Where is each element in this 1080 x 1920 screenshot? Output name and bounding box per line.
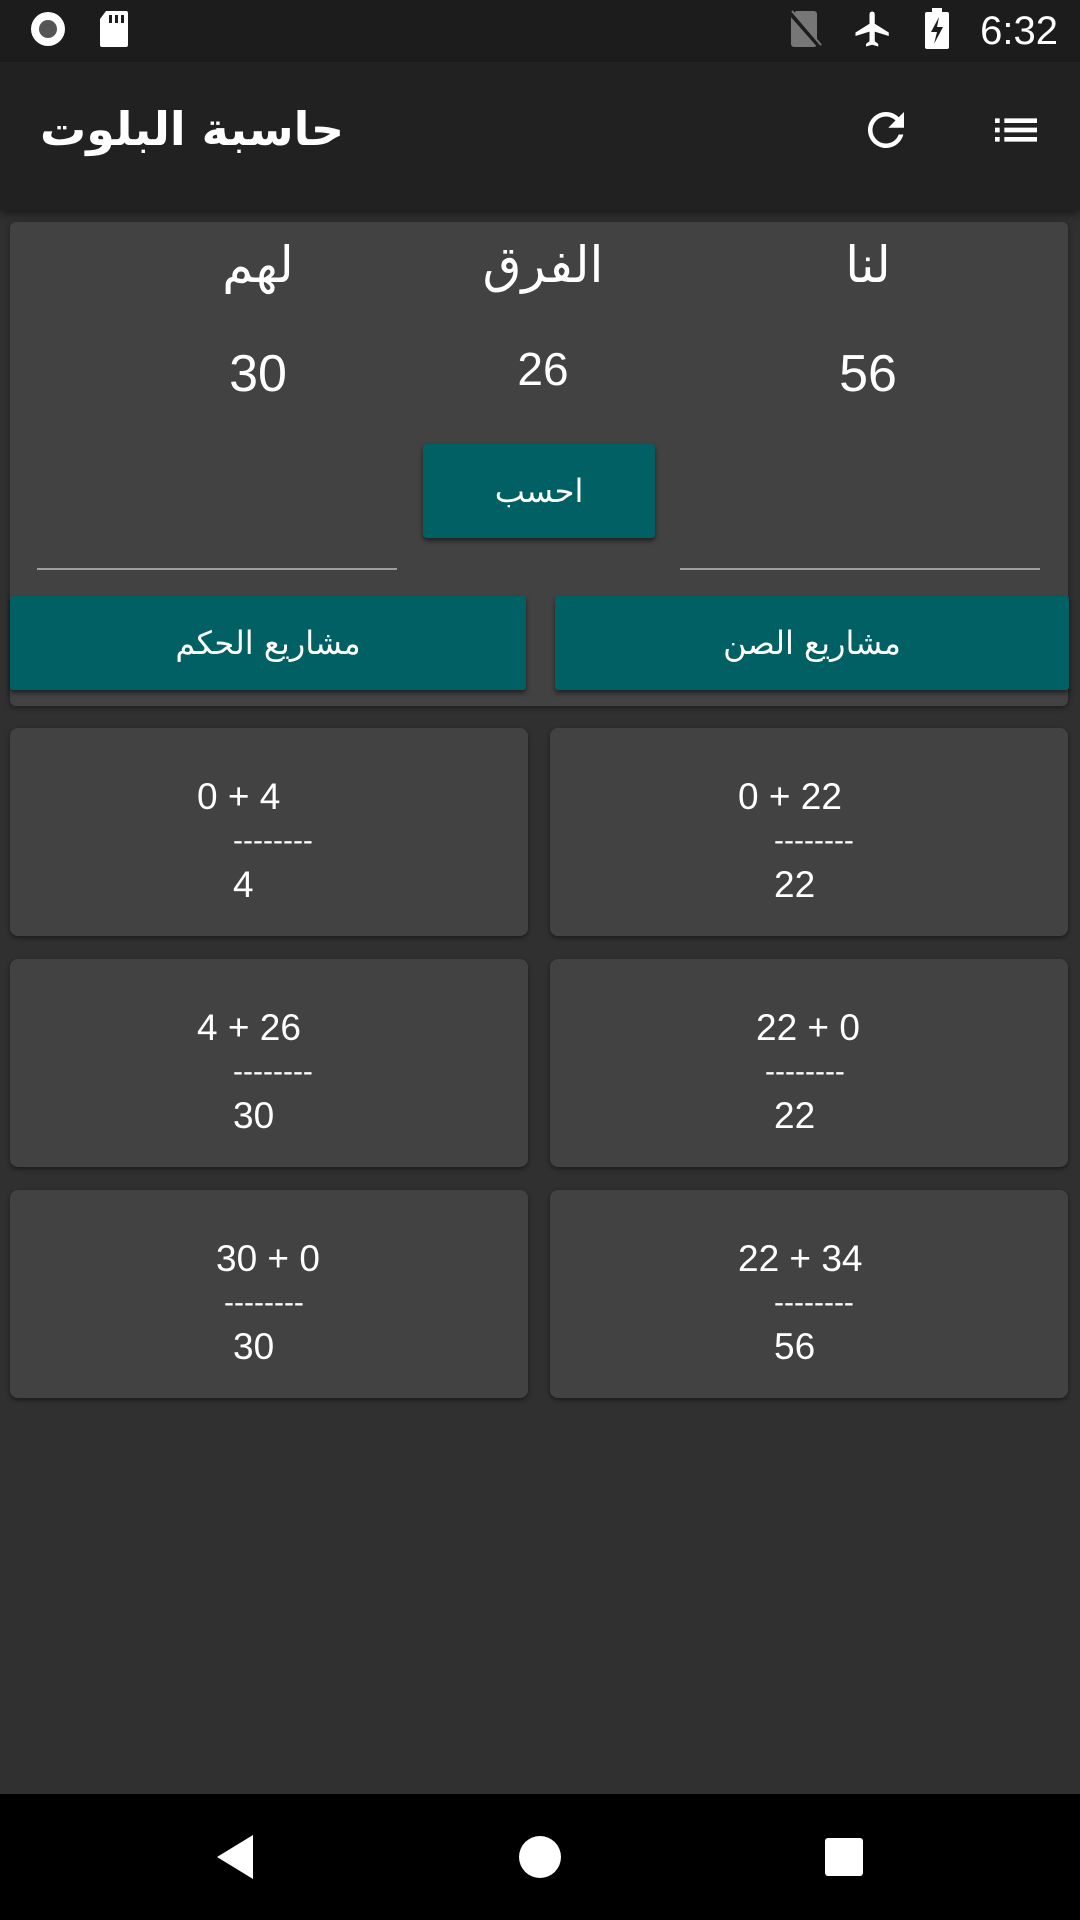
history-expression: 0 + 4 (197, 776, 281, 817)
history-card-us-3: 22 + 34 -------- 56 (550, 1190, 1068, 1398)
history-separator: -------- (233, 1055, 313, 1088)
history-expression: 0 + 22 (738, 776, 842, 817)
history-expression: 22 + 34 (738, 1238, 863, 1279)
history-card-them-1: 0 + 4 -------- 4 (10, 728, 528, 936)
sun-projects-button[interactable]: مشاريع الصن (555, 596, 1069, 690)
history-result: 4 (233, 864, 254, 905)
home-button[interactable] (480, 1794, 600, 1920)
them-score-input[interactable] (37, 522, 397, 570)
us-score-input[interactable] (680, 522, 1040, 570)
history-expression: 22 + 0 (756, 1007, 860, 1048)
app-bar: حاسبة البلوت (0, 62, 1080, 210)
refresh-icon (867, 111, 904, 148)
recents-button[interactable] (784, 1794, 904, 1920)
home-icon (519, 1836, 561, 1878)
history-card-them-2: 4 + 26 -------- 30 (10, 959, 528, 1167)
refresh-button[interactable] (856, 100, 916, 160)
record-icon (28, 9, 68, 53)
history-result: 56 (774, 1326, 816, 1367)
difference-value: 26 (517, 343, 569, 395)
status-bar: 6:32 (0, 0, 1080, 62)
history-result: 22 (774, 1095, 816, 1136)
score-card: لهم الفرق لنا 30 26 56 احسب مشاريع الحكم… (10, 222, 1069, 706)
history-card-us-1: 0 + 22 -------- 22 (550, 728, 1068, 936)
history-card-us-2: 22 + 0 -------- 22 (550, 959, 1068, 1167)
list-icon (995, 118, 1037, 142)
status-time: 6:32 (980, 8, 1058, 53)
difference-label: الفرق (482, 236, 604, 294)
history-card-them-3: 30 + 0 -------- 30 (10, 1190, 528, 1398)
them-total: 30 (229, 345, 287, 403)
history-result: 30 (233, 1095, 275, 1136)
us-total: 56 (839, 345, 897, 403)
sd-card-icon (98, 9, 130, 53)
battery-charging-icon (924, 8, 950, 54)
app-title: حاسبة البلوت (40, 102, 345, 156)
history-separator: -------- (224, 1286, 304, 1319)
back-button[interactable] (175, 1794, 295, 1920)
history-separator: -------- (774, 1286, 854, 1319)
history-result: 30 (233, 1326, 275, 1367)
history-separator: -------- (233, 824, 313, 857)
no-sim-icon (788, 9, 822, 53)
navigation-bar (0, 1794, 1080, 1920)
hokm-projects-button[interactable]: مشاريع الحكم (10, 596, 526, 690)
history-list-button[interactable] (986, 100, 1046, 160)
calculate-button[interactable]: احسب (423, 444, 655, 538)
history-result: 22 (774, 864, 816, 905)
history-expression: 4 + 26 (197, 1007, 301, 1048)
history-separator: -------- (765, 1055, 845, 1088)
history-separator: -------- (774, 824, 854, 857)
them-label: لهم (222, 236, 294, 294)
airplane-icon (852, 8, 894, 54)
recents-icon (825, 1838, 863, 1876)
back-icon (217, 1835, 253, 1879)
us-label: لنا (845, 236, 891, 294)
history-expression: 30 + 0 (216, 1238, 320, 1279)
